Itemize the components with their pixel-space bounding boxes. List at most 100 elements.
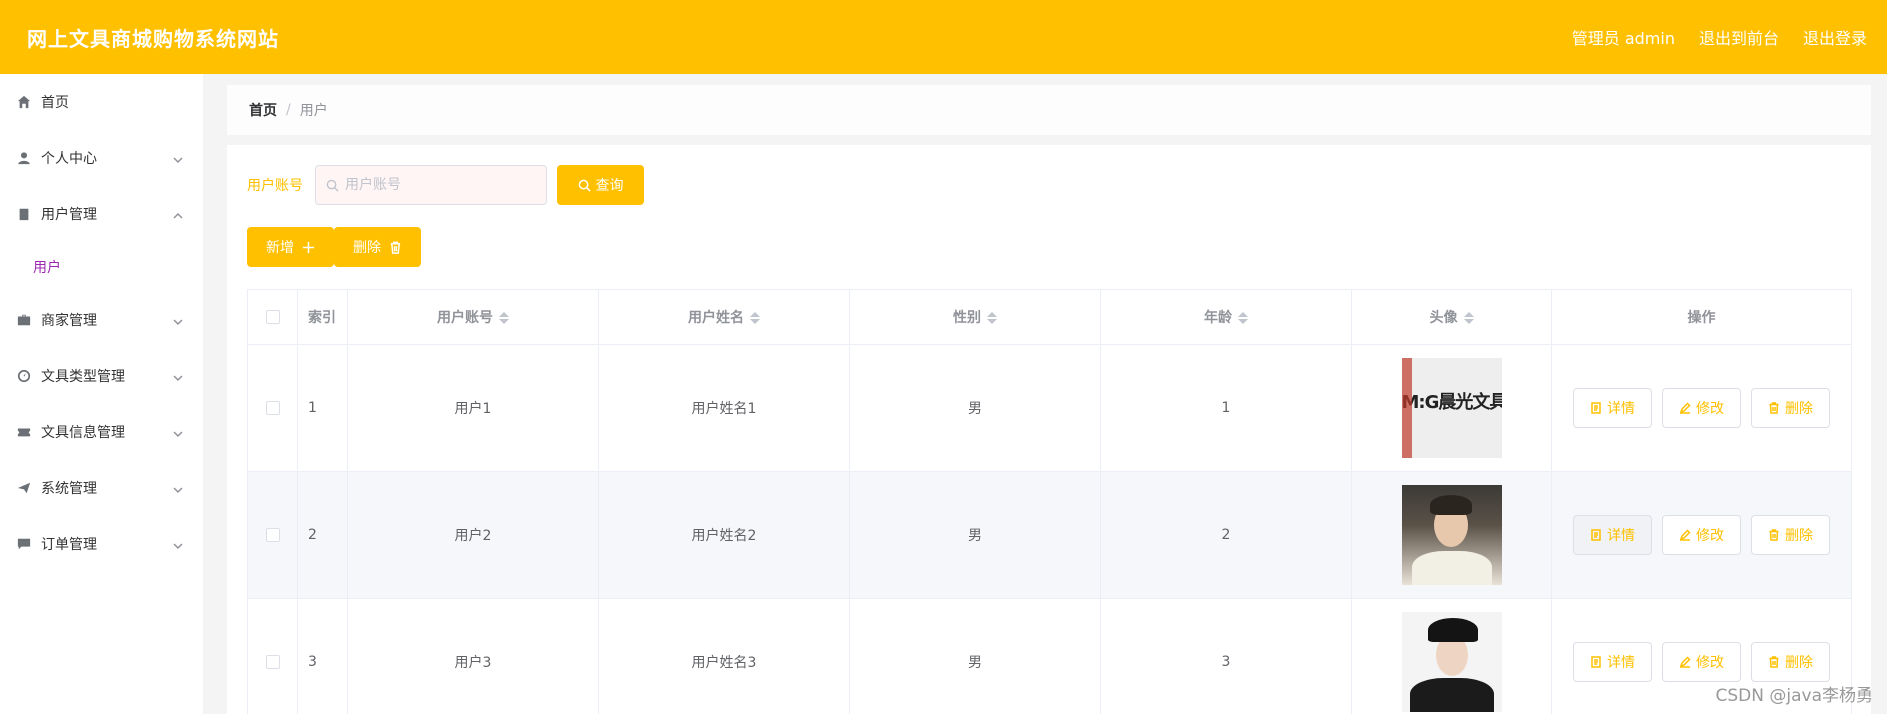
sort-icon[interactable] — [499, 312, 509, 324]
trash-icon — [1769, 529, 1779, 541]
search-icon — [326, 179, 339, 192]
header-label: 用户姓名 — [688, 310, 744, 326]
avatar-cap-shape — [1427, 618, 1478, 642]
cell-ops: 详情 修改 删除 — [1551, 344, 1852, 472]
chevron-down-icon — [173, 427, 183, 438]
sort-icon[interactable] — [1463, 312, 1474, 324]
search-bar: 用户账号 查询 — [247, 165, 644, 205]
cell-gender: 男 — [849, 344, 1101, 472]
detail-label: 详情 — [1607, 401, 1635, 417]
avatar-hair-shape — [1429, 495, 1472, 515]
avatar-logo-text: M:G晨光文具 — [1401, 392, 1502, 413]
cell-account: 用户3 — [347, 598, 599, 714]
edit-label: 修改 — [1696, 528, 1724, 544]
ticket-icon — [17, 425, 31, 439]
cell-index: 2 — [297, 471, 348, 599]
sidebar-item-merchant[interactable]: 商家管理 — [0, 292, 203, 348]
cell-age: 1 — [1100, 344, 1352, 472]
sidebar-item-system[interactable]: 系统管理 — [0, 460, 203, 516]
avatar: M:G晨光文具 — [1401, 358, 1502, 458]
table-row: 2 用户2 用户姓名2 男 2 详情 修改 删除 — [247, 471, 1852, 599]
batch-delete-button[interactable]: 删除 — [334, 227, 421, 267]
cell-avatar — [1351, 471, 1552, 599]
row-checkbox[interactable] — [265, 655, 280, 669]
edit-button[interactable]: 修改 — [1662, 388, 1741, 428]
search-input-wrapper — [315, 165, 547, 205]
search-label: 用户账号 — [247, 178, 303, 194]
header-name[interactable]: 用户姓名 — [598, 289, 850, 345]
site-title: 网上文具商城购物系统网站 — [27, 26, 279, 51]
sort-icon[interactable] — [987, 312, 997, 324]
sidebar-item-stationery-type[interactable]: 文具类型管理 — [0, 348, 203, 404]
row-checkbox[interactable] — [265, 401, 280, 415]
header-actions: 管理员 admin 退出到前台 退出登录 — [1572, 25, 1867, 49]
query-button[interactable]: 查询 — [557, 165, 644, 205]
edit-button[interactable]: 修改 — [1662, 642, 1741, 682]
cell-name: 用户姓名2 — [598, 471, 850, 599]
sidebar-item-user-manage[interactable]: 用户管理 — [0, 186, 203, 242]
delete-button[interactable]: 删除 — [1751, 515, 1830, 555]
query-button-label: 查询 — [595, 178, 624, 194]
content-panel: 用户账号 查询 新增 删除 索引 用户账号 用户姓名 — [227, 145, 1871, 714]
cell-avatar: M:G晨光文具 — [1351, 344, 1552, 472]
row-select-cell — [247, 598, 298, 714]
select-all-checkbox[interactable] — [265, 310, 280, 324]
briefcase-icon — [17, 313, 31, 327]
detail-button[interactable]: 详情 — [1573, 388, 1652, 428]
search-input[interactable] — [345, 177, 525, 193]
document-icon — [1591, 656, 1601, 668]
cell-name: 用户姓名1 — [598, 344, 850, 472]
send-icon — [17, 481, 31, 495]
detail-button[interactable]: 详情 — [1573, 515, 1652, 555]
sidebar-item-label: 文具信息管理 — [41, 425, 125, 441]
delete-button[interactable]: 删除 — [1751, 388, 1830, 428]
sidebar-item-order[interactable]: 订单管理 — [0, 516, 203, 572]
sort-icon[interactable] — [1238, 312, 1248, 324]
sidebar-item-home[interactable]: 首页 — [0, 74, 203, 130]
sort-icon[interactable] — [750, 312, 760, 324]
header-age[interactable]: 年龄 — [1100, 289, 1352, 345]
table-header-row: 索引 用户账号 用户姓名 性别 年龄 头像 操作 — [247, 289, 1852, 345]
avatar-shirt-shape — [1411, 551, 1492, 585]
cell-index: 3 — [297, 598, 348, 714]
plus-icon — [302, 241, 315, 253]
sidebar-item-personal[interactable]: 个人中心 — [0, 130, 203, 186]
add-button-label: 新增 — [266, 240, 294, 256]
sidebar-item-label: 商家管理 — [41, 313, 97, 329]
header-gender[interactable]: 性别 — [849, 289, 1101, 345]
action-bar: 新增 删除 — [247, 227, 421, 267]
document-icon — [1591, 402, 1601, 414]
cell-ops: 详情 修改 删除 — [1551, 471, 1852, 599]
search-icon — [578, 179, 591, 192]
delete-label: 删除 — [1785, 401, 1813, 417]
row-checkbox[interactable] — [265, 528, 280, 542]
delete-label: 删除 — [1785, 655, 1813, 671]
back-to-front-link[interactable]: 退出到前台 — [1699, 25, 1779, 49]
chevron-down-icon — [173, 483, 183, 494]
edit-icon — [1679, 656, 1691, 668]
row-ops: 详情 修改 删除 — [1573, 388, 1830, 428]
select-all-cell — [247, 289, 298, 345]
delete-button-label: 删除 — [353, 240, 381, 256]
sidebar-subitem-user[interactable]: 用户 — [0, 242, 203, 292]
breadcrumb-home[interactable]: 首页 — [249, 100, 277, 120]
chat-icon — [17, 537, 31, 551]
header-avatar[interactable]: 头像 — [1351, 289, 1552, 345]
detail-button[interactable]: 详情 — [1573, 642, 1652, 682]
header-ops: 操作 — [1551, 289, 1852, 345]
delete-button[interactable]: 删除 — [1751, 642, 1830, 682]
sidebar-item-label: 个人中心 — [41, 151, 97, 167]
edit-icon — [1679, 529, 1691, 541]
add-button[interactable]: 新增 — [247, 227, 334, 267]
edit-button[interactable]: 修改 — [1662, 515, 1741, 555]
logout-link[interactable]: 退出登录 — [1803, 25, 1867, 49]
sidebar-item-stationery-info[interactable]: 文具信息管理 — [0, 404, 203, 460]
home-icon — [17, 95, 31, 109]
header-account[interactable]: 用户账号 — [347, 289, 599, 345]
cell-gender: 男 — [849, 471, 1101, 599]
avatar-jacket-shape — [1409, 678, 1494, 712]
avatar — [1401, 612, 1502, 712]
header-label: 性别 — [953, 310, 981, 326]
cell-avatar — [1351, 598, 1552, 714]
table-row: 1 用户1 用户姓名1 男 1 M:G晨光文具 详情 修改 删除 — [247, 344, 1852, 472]
